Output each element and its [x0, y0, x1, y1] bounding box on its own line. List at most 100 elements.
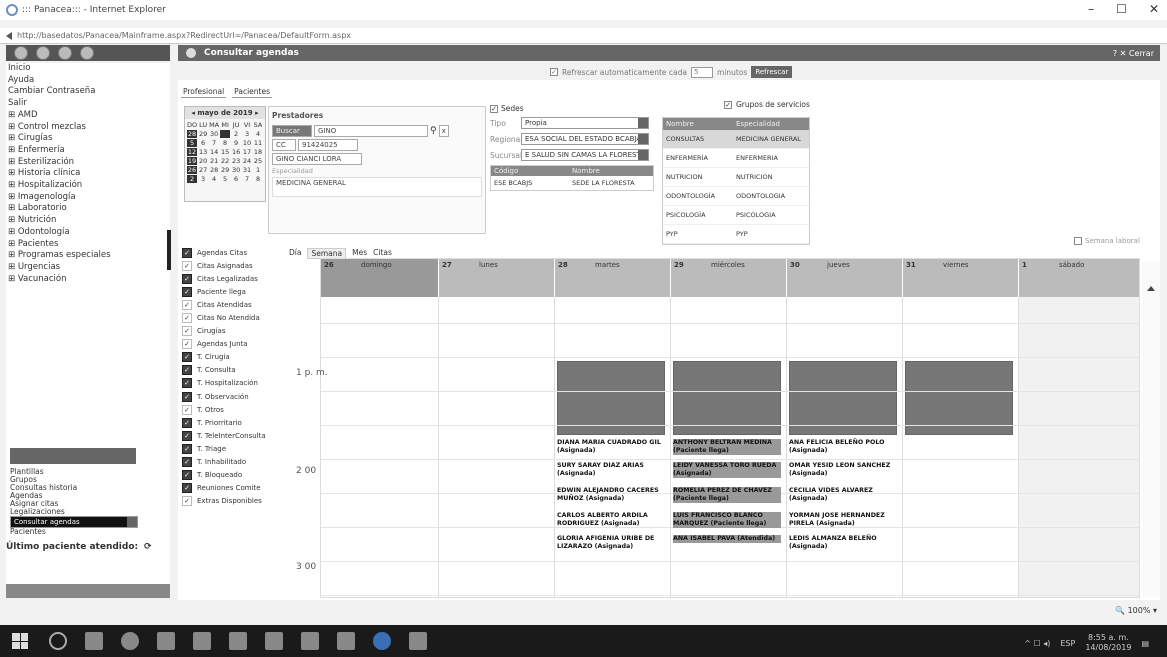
calendar-day[interactable]: 19	[187, 157, 198, 165]
doc-number-field[interactable]: 91424025	[298, 139, 358, 151]
legend-checkbox[interactable]: ✓	[182, 247, 192, 258]
legend-checkbox[interactable]: ✓	[182, 391, 192, 402]
appointment[interactable]: ROMELIA PEREZ DE CHAVEZ (Paciente llega)	[673, 487, 781, 503]
legend-checkbox[interactable]: ✓	[182, 457, 192, 468]
minimize-button[interactable]: –	[1088, 2, 1094, 16]
collapse-arrow-icon[interactable]	[1147, 286, 1155, 291]
help-icon[interactable]	[58, 46, 72, 60]
legend-item[interactable]: ✓ Citas Legalizadas	[182, 272, 284, 285]
legend-checkbox[interactable]: ✓	[182, 417, 192, 428]
calendar-day[interactable]: 6	[198, 139, 208, 147]
sidebar-scrollbar[interactable]	[167, 230, 171, 270]
sidebar-item[interactable]: ⊞ Cirugías	[8, 133, 170, 145]
calendar-day[interactable]: 6	[231, 175, 241, 183]
table-row[interactable]: ENFERMERÍA ENFERMERIA	[663, 149, 809, 168]
tipo-select[interactable]: Propia	[521, 117, 649, 129]
day-header[interactable]: 29 miércoles	[671, 259, 787, 297]
legend-item[interactable]: ✓ Agendas Junta	[182, 338, 284, 351]
especialidad-list[interactable]: MEDICINA GENERAL	[272, 177, 482, 197]
legend-item[interactable]: ✓ T. Observación	[182, 390, 284, 403]
back-icon[interactable]	[6, 31, 12, 40]
appointment[interactable]: DIANA MARIA CUADRADO GIL (Asignada)	[557, 439, 665, 455]
calendar-day[interactable]: 9	[231, 139, 241, 147]
sidebar-item[interactable]: Cambiar Contraseña	[8, 86, 170, 98]
legend-checkbox[interactable]: ✓	[182, 443, 192, 454]
calendar-day[interactable]: 24	[242, 157, 252, 165]
appointment[interactable]: ANTHONY BELTRAN MEDINA (Paciente llega)	[673, 439, 781, 455]
calendar-day[interactable]: 29	[198, 130, 208, 138]
legend-item[interactable]: ✓ T. Inhabilitado	[182, 456, 284, 469]
calendar-day[interactable]	[220, 130, 231, 138]
clear-search-button[interactable]: x	[438, 125, 449, 137]
calendar-day[interactable]: 30	[209, 130, 219, 138]
legend-checkbox[interactable]: ✓	[182, 339, 192, 350]
legend-item[interactable]: ✓ T. Triage	[182, 442, 284, 455]
calendar-day[interactable]: 15	[220, 148, 230, 156]
legend-item[interactable]: ✓ Citas No Atendida	[182, 311, 284, 324]
day-header[interactable]: 1 sábado	[1019, 259, 1139, 297]
day-column[interactable]	[903, 297, 1019, 597]
calendar-day[interactable]: 13	[198, 148, 208, 156]
legend-item[interactable]: ✓ Agendas Citas	[182, 246, 284, 259]
calendar-day[interactable]: 3	[198, 175, 208, 183]
calendar-day[interactable]: 26	[187, 166, 198, 174]
calendar-day[interactable]: 28	[187, 130, 198, 138]
appointment-block[interactable]	[905, 361, 1013, 435]
calendar-day[interactable]: 30	[231, 166, 241, 174]
sidebar-item[interactable]: ⊞ AMD	[8, 110, 170, 122]
calendar-day[interactable]: 25	[253, 157, 263, 165]
refresh-patient-icon[interactable]: ⟳	[144, 542, 152, 552]
legend-checkbox[interactable]: ✓	[182, 404, 192, 415]
calendar-day[interactable]: 29	[220, 166, 230, 174]
chrome-icon[interactable]	[121, 632, 139, 650]
appointment[interactable]: GLORIA AFIGENIA URIBE DE LIZARAZO (Asign…	[557, 535, 665, 551]
search-taskbar-icon[interactable]	[49, 632, 67, 650]
calendar-day[interactable]: 11	[253, 139, 263, 147]
calendar-day[interactable]: 5	[187, 139, 198, 147]
appointment[interactable]: EDWIN ALEJANDRO CACERES MUÑOZ (Asignada)	[557, 487, 665, 503]
close-window-button[interactable]: ✕	[1149, 2, 1159, 16]
legend-checkbox[interactable]: ✓	[182, 352, 192, 363]
appointment[interactable]: SURY SARAY DIAZ ARIAS (Asignada)	[557, 462, 665, 478]
appointment[interactable]: OMAR YESID LEON SANCHEZ (Asignada)	[789, 462, 897, 478]
maximize-button[interactable]: ☐	[1116, 2, 1127, 16]
access-icon[interactable]	[265, 632, 283, 650]
search-icon[interactable]: ⚲	[430, 126, 437, 136]
calculator-icon[interactable]	[301, 632, 319, 650]
calendar-day[interactable]: 12	[187, 148, 198, 156]
legend-item[interactable]: ✓ Paciente llega	[182, 285, 284, 298]
calendar-day[interactable]: 17	[242, 148, 252, 156]
legend-checkbox[interactable]: ✓	[182, 378, 192, 389]
calendar-day[interactable]: 2	[231, 130, 241, 138]
zoom-level[interactable]: 🔍 100% ▾	[1115, 606, 1157, 615]
calendar-day[interactable]: 7	[209, 139, 219, 147]
sidebar-item[interactable]: ⊞ Laboratorio	[8, 203, 170, 215]
calendar-day[interactable]: 16	[231, 148, 241, 156]
calendar-day[interactable]: 22	[220, 157, 230, 165]
grupos-checkbox[interactable]: ✓	[724, 100, 732, 109]
calendar-day[interactable]: 10	[242, 139, 252, 147]
legend-item[interactable]: ✓ Extras Disponibles	[182, 495, 284, 508]
network-app-icon[interactable]	[157, 632, 175, 650]
legend-checkbox[interactable]: ✓	[182, 496, 192, 507]
legend-checkbox[interactable]: ✓	[182, 326, 192, 337]
legend-checkbox[interactable]: ✓	[182, 273, 192, 284]
legend-checkbox[interactable]: ✓	[182, 260, 192, 271]
windows-start-icon[interactable]	[12, 633, 28, 649]
right-scroll-panel[interactable]	[1142, 262, 1160, 598]
calendar-day[interactable]: 18	[253, 148, 263, 156]
sucursal-select[interactable]: E SALUD SIN CAMAS LA FLORESTA	[521, 149, 649, 161]
table-row[interactable]: ODONTOLOGÍA ODONTOLOGIA	[663, 187, 809, 206]
table-row[interactable]: PYP PYP	[663, 225, 809, 244]
sidebar-subitem[interactable]: Consultar agendas	[6, 516, 170, 528]
legend-checkbox[interactable]: ✓	[182, 365, 192, 376]
file-explorer-icon[interactable]	[85, 632, 103, 650]
sidebar-item[interactable]: Salir	[8, 98, 170, 110]
legend-checkbox[interactable]: ✓	[182, 483, 192, 494]
semana-laboral-checkbox[interactable]	[1074, 237, 1082, 245]
day-header[interactable]: 27 lunes	[439, 259, 555, 297]
sidebar-item[interactable]: ⊞ Vacunación	[8, 274, 170, 286]
home-icon[interactable]	[14, 46, 28, 60]
day-column[interactable]	[321, 297, 439, 597]
legend-item[interactable]: ✓ T. Priorritario	[182, 416, 284, 429]
